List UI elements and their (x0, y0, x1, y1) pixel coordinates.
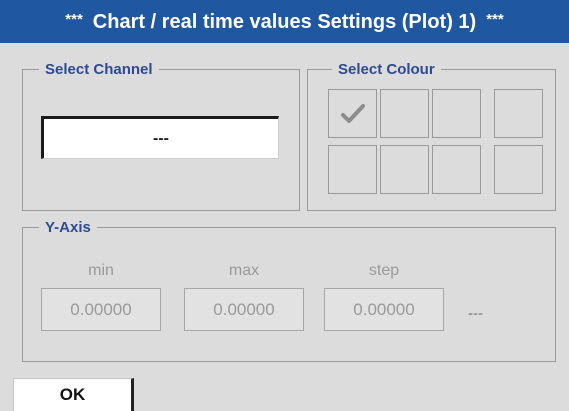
select-channel-legend: Select Channel (45, 61, 153, 78)
check-icon (340, 103, 365, 123)
y-axis-unit: --- (468, 305, 483, 322)
colour-swatch-4[interactable] (494, 89, 543, 138)
colour-swatch-2[interactable] (380, 89, 429, 138)
colour-swatch-3[interactable] (432, 89, 481, 138)
window-title: Chart / real time values Settings (Plot)… (92, 11, 477, 33)
select-colour-legend: Select Colour (338, 61, 435, 78)
y-min-label: min (88, 262, 114, 279)
ok-button[interactable]: OK (13, 378, 134, 411)
y-axis-legend: Y-Axis (45, 219, 91, 236)
y-step-input[interactable]: 0.00000 (324, 288, 444, 331)
channel-select-field[interactable]: --- (41, 116, 279, 159)
colour-swatch-1[interactable] (328, 89, 377, 138)
y-max-input[interactable]: 0.00000 (184, 288, 304, 331)
title-stars-right: *** (486, 11, 504, 28)
y-step-label: step (368, 262, 400, 279)
y-min-input[interactable]: 0.00000 (41, 288, 161, 331)
y-max-label: max (228, 262, 260, 279)
title-bar: *** Chart / real time values Settings (P… (0, 0, 569, 43)
title-stars-left: *** (65, 11, 83, 28)
colour-swatch-5[interactable] (328, 145, 377, 194)
colour-swatch-8[interactable] (494, 145, 543, 194)
colour-swatch-6[interactable] (380, 145, 429, 194)
colour-swatch-7[interactable] (432, 145, 481, 194)
